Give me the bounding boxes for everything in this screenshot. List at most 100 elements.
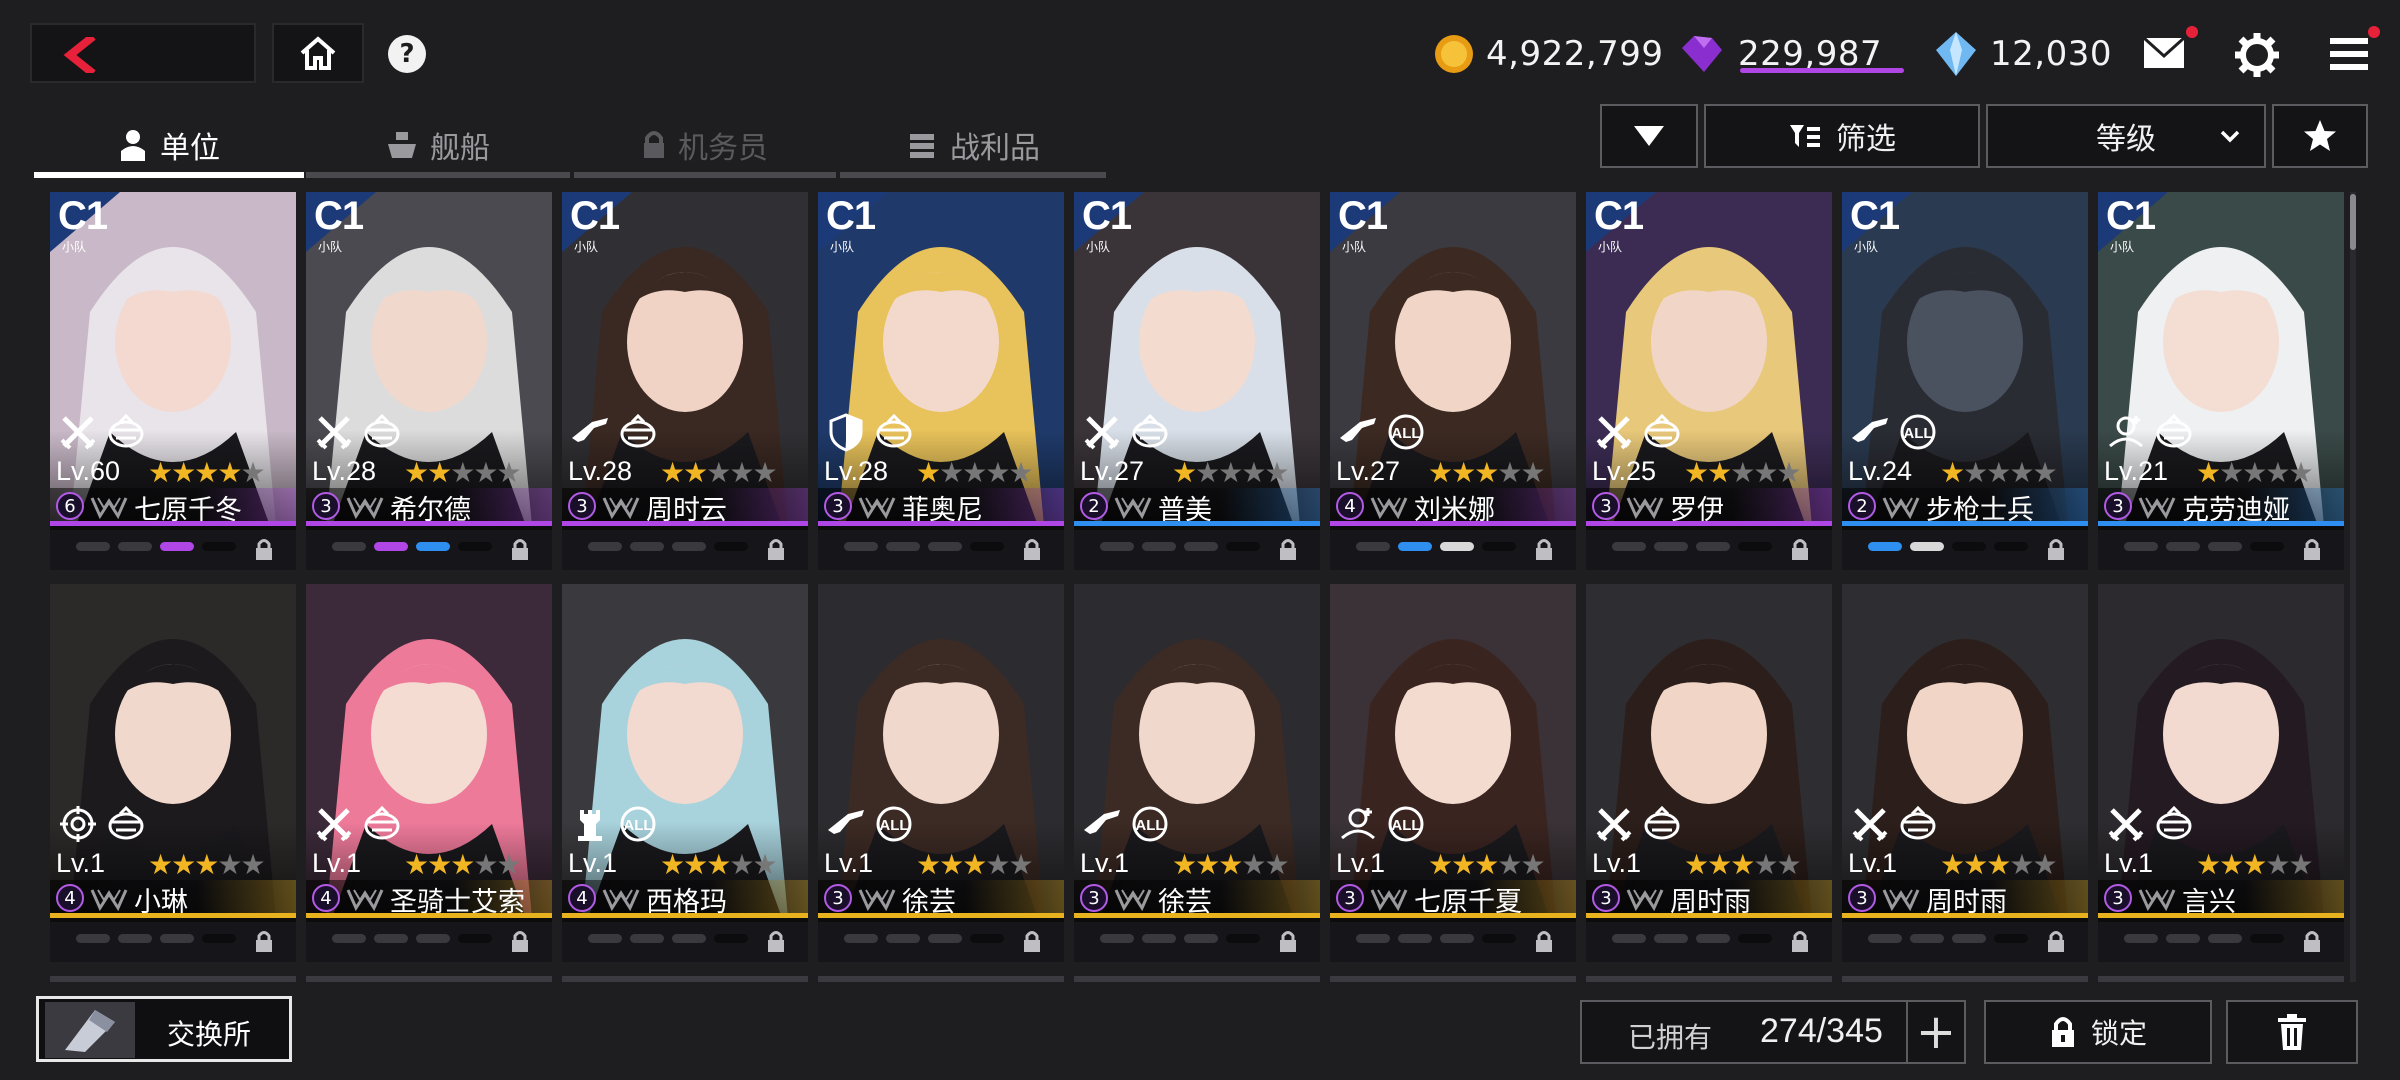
unit-card[interactable] — [1842, 976, 2088, 982]
lock-icon[interactable] — [2302, 930, 2322, 954]
shield-icon — [829, 413, 863, 452]
filter-button[interactable]: 筛选 — [1704, 104, 1980, 168]
lock-icon[interactable] — [1278, 538, 1298, 562]
class-label: C1 — [58, 194, 108, 238]
unit-card[interactable] — [306, 976, 552, 982]
tab-loot[interactable]: 战利品 — [840, 112, 1106, 178]
gem-currency[interactable]: 229,987 — [1676, 26, 1882, 82]
unit-card[interactable]: C1 小队 Lv.28 ★★★★★ 3 菲奥尼 — [818, 192, 1064, 570]
star-empty-icon: ★ — [217, 848, 242, 881]
exchange-button[interactable]: 交换所 — [36, 996, 292, 1062]
unit-card[interactable] — [1330, 976, 1576, 982]
gold-currency[interactable]: 4,922,799 — [1432, 26, 1664, 82]
equipment-slots — [2124, 542, 2284, 551]
star-filled-icon: ★ — [450, 848, 475, 881]
card-footer — [1330, 922, 1576, 962]
unit-level: Lv.1 — [1080, 848, 1130, 878]
lock-icon[interactable] — [1790, 538, 1810, 562]
unit-card[interactable]: C1 小队 Lv.60 ★★★★★ 6 七原千冬 — [50, 192, 296, 570]
lock-icon[interactable] — [2046, 930, 2066, 954]
tab-crew[interactable]: 机务员 — [574, 112, 836, 178]
star-empty-icon: ★ — [1241, 456, 1266, 489]
star-empty-icon: ★ — [1776, 848, 1801, 881]
lock-icon[interactable] — [2046, 538, 2066, 562]
crossed-swords-icon — [1084, 416, 1120, 450]
unit-level: Lv.1 — [2104, 848, 2154, 878]
unit-card[interactable]: Lv.1 ★★★★★ 4 小琳 — [50, 584, 296, 962]
star-filled-icon: ★ — [171, 456, 196, 489]
lock-icon[interactable] — [1278, 930, 1298, 954]
lock-icon[interactable] — [254, 930, 274, 954]
unit-card[interactable] — [562, 976, 808, 982]
lock-icon[interactable] — [1022, 930, 1042, 954]
unit-card[interactable]: Lv.1 ★★★★★ 4 圣骑士艾索 — [306, 584, 552, 962]
star-filled-icon: ★ — [1730, 848, 1755, 881]
delete-button[interactable] — [2226, 1000, 2358, 1064]
unit-card[interactable]: Lv.1 ★★★★★ 3 周时雨 — [1586, 584, 1832, 962]
lock-icon[interactable] — [766, 930, 786, 954]
exchange-icon — [45, 1002, 135, 1058]
star-empty-icon: ★ — [1195, 456, 1220, 489]
sort-dropdown[interactable]: 等级 — [1986, 104, 2266, 168]
expand-capacity-button[interactable]: + — [1906, 1000, 1966, 1064]
unit-level: Lv.27 — [1080, 456, 1145, 486]
settings-gear-icon[interactable] — [2232, 30, 2282, 80]
unit-card[interactable]: C1 小队 Lv.27 ★★★★★ 2 普美 — [1074, 192, 1320, 570]
class-label: C1 — [1082, 194, 1132, 238]
lock-icon[interactable] — [1022, 538, 1042, 562]
unit-card[interactable] — [818, 976, 1064, 982]
star-empty-icon: ★ — [1753, 456, 1778, 489]
owned-count: 274/345 — [1760, 1012, 1883, 1050]
lock-icon[interactable] — [510, 538, 530, 562]
class-badge: C1 小队 — [562, 192, 632, 254]
unit-card[interactable]: C1 小队 ALL Lv.24 ★★★★★ 2 步枪士兵 — [1842, 192, 2088, 570]
unit-card[interactable]: Lv.1 ★★★★★ 3 周时雨 — [1842, 584, 2088, 962]
menu-icon[interactable] — [2326, 32, 2374, 76]
unit-card[interactable]: ALL Lv.1 ★★★★★ 3 七原千夏 — [1330, 584, 1576, 962]
help-icon[interactable]: ? — [388, 35, 426, 73]
crystal-currency[interactable]: 12,030 — [1932, 26, 2112, 82]
unit-card[interactable]: ALL Lv.1 ★★★★★ 4 西格玛 — [562, 584, 808, 962]
unit-card[interactable] — [2098, 976, 2344, 982]
equipment-slots — [1356, 542, 1516, 551]
equipment-slot-pip — [672, 934, 706, 943]
unit-card[interactable]: C1 小队 ALL Lv.27 ★★★★★ 4 刘米娜 — [1330, 192, 1576, 570]
star-filled-icon: ★ — [2242, 848, 2267, 881]
tab-units[interactable]: 单位 — [34, 112, 304, 178]
unit-grid[interactable]: C1 小队 Lv.60 ★★★★★ 6 七原千冬 C1 小队 Lv.28 ★★★★★ 3 希尔德 C1 小… — [50, 192, 2348, 982]
card-footer — [562, 922, 808, 962]
lock-icon[interactable] — [1790, 930, 1810, 954]
equipment-slot-pip — [1868, 934, 1902, 943]
star-rating: ★★★★★ — [1428, 848, 1546, 881]
unit-card[interactable]: C1 小队 Lv.28 ★★★★★ 3 周时云 — [562, 192, 808, 570]
role-icons: ALL — [568, 804, 660, 844]
unit-card[interactable] — [1074, 976, 1320, 982]
unit-card[interactable]: C1 小队 Lv.25 ★★★★★ 3 罗伊 — [1586, 192, 1832, 570]
unit-card[interactable]: ALL Lv.1 ★★★★★ 3 徐芸 — [1074, 584, 1320, 962]
scrollbar-thumb[interactable] — [2350, 194, 2356, 250]
deploy-cost: 4 — [1336, 492, 1364, 520]
sort-direction-button[interactable] — [1600, 104, 1698, 168]
lock-icon[interactable] — [1534, 538, 1554, 562]
home-button[interactable] — [272, 23, 364, 83]
lock-icon[interactable] — [510, 930, 530, 954]
tab-ships[interactable]: 舰船 — [306, 112, 570, 178]
unit-card[interactable]: C1 小队 Lv.28 ★★★★★ 3 希尔德 — [306, 192, 552, 570]
unit-card[interactable] — [50, 976, 296, 982]
star-empty-icon: ★ — [496, 848, 521, 881]
unit-card[interactable] — [1586, 976, 1832, 982]
scrollbar-track[interactable] — [2350, 192, 2356, 982]
lock-button[interactable]: 锁定 — [1984, 1000, 2212, 1064]
unit-card[interactable]: C1 小队 Lv.21 ★★★★★ 3 克劳迪娅 — [2098, 192, 2344, 570]
star-empty-icon: ★ — [240, 848, 265, 881]
lock-icon[interactable] — [2302, 538, 2322, 562]
favorite-filter-button[interactable] — [2272, 104, 2368, 168]
mail-icon[interactable] — [2140, 30, 2192, 76]
lock-icon[interactable] — [766, 538, 786, 562]
back-button[interactable] — [30, 23, 256, 83]
lock-icon[interactable] — [254, 538, 274, 562]
unit-card[interactable]: ALL Lv.1 ★★★★★ 3 徐芸 — [818, 584, 1064, 962]
lock-icon[interactable] — [1534, 930, 1554, 954]
gold-amount: 4,922,799 — [1486, 34, 1664, 74]
unit-card[interactable]: Lv.1 ★★★★★ 3 言兴 — [2098, 584, 2344, 962]
